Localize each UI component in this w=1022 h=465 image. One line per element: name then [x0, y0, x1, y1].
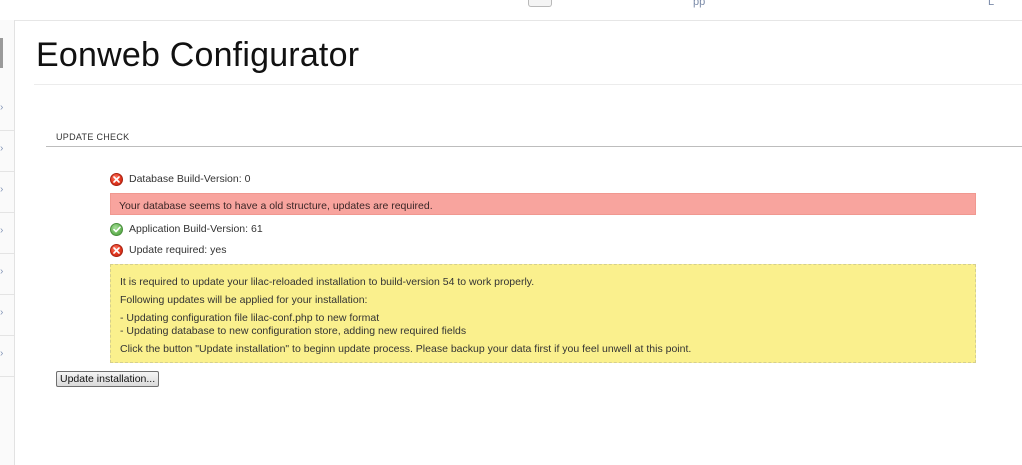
error-x-icon — [110, 172, 123, 186]
sidebar-item[interactable]: › — [0, 90, 14, 131]
chevron-right-icon: › — [0, 348, 4, 359]
application-build-label: Application Build-Version: 61 — [129, 223, 263, 235]
section-divider — [46, 146, 1022, 147]
database-build-label: Database Build-Version: 0 — [129, 173, 251, 185]
top-tab-handle[interactable] — [528, 0, 552, 7]
notice-line: Click the button "Update installation" t… — [120, 343, 692, 355]
chevron-right-icon: › — [0, 184, 4, 195]
update-notice-box: It is required to update your lilac-relo… — [110, 264, 976, 363]
notice-line: Following updates will be applied for yo… — [120, 294, 368, 306]
top-right-fragment[interactable]: L — [988, 0, 994, 8]
chevron-right-icon: › — [0, 307, 4, 318]
section-heading-update-check: UPDATE CHECK — [56, 132, 130, 142]
update-installation-button[interactable]: Update installation... — [56, 371, 160, 387]
sidebar-item[interactable]: › — [0, 254, 14, 295]
database-warning-alert: Your database seems to have a old struct… — [110, 193, 976, 215]
error-x-icon — [110, 243, 123, 257]
chevron-right-icon: › — [0, 143, 4, 154]
database-build-status: Database Build-Version: 0 — [110, 171, 250, 187]
database-warning-text: Your database seems to have a old struct… — [119, 200, 433, 212]
top-link-fragment[interactable]: pp — [693, 0, 705, 8]
update-required-status: Update required: yes — [110, 242, 226, 258]
update-required-label: Update required: yes — [129, 244, 227, 256]
page-title: Eonweb Configurator — [36, 36, 360, 74]
left-sidebar-rail: › › › › › › › — [0, 20, 15, 465]
application-build-status: Application Build-Version: 61 — [110, 221, 263, 237]
notice-line: It is required to update your lilac-relo… — [120, 276, 535, 288]
sidebar-item[interactable]: › — [0, 336, 14, 377]
chevron-right-icon: › — [0, 266, 4, 277]
chevron-right-icon: › — [0, 102, 4, 113]
eonweb-configurator-page: pp L › › › › › › › Eonweb Configurator U… — [0, 0, 1022, 465]
chevron-right-icon: › — [0, 225, 4, 236]
title-divider — [34, 84, 1022, 85]
success-check-icon — [110, 222, 123, 236]
notice-line: - Updating configuration file lilac-conf… — [120, 312, 380, 324]
top-toolbar: pp L — [0, 0, 1022, 21]
sidebar-top-marker — [0, 38, 3, 68]
sidebar-item[interactable]: › — [0, 131, 14, 172]
notice-line: - Updating database to new configuration… — [120, 325, 467, 337]
sidebar-item[interactable]: › — [0, 172, 14, 213]
sidebar-item[interactable]: › — [0, 295, 14, 336]
sidebar-item[interactable]: › — [0, 213, 14, 254]
